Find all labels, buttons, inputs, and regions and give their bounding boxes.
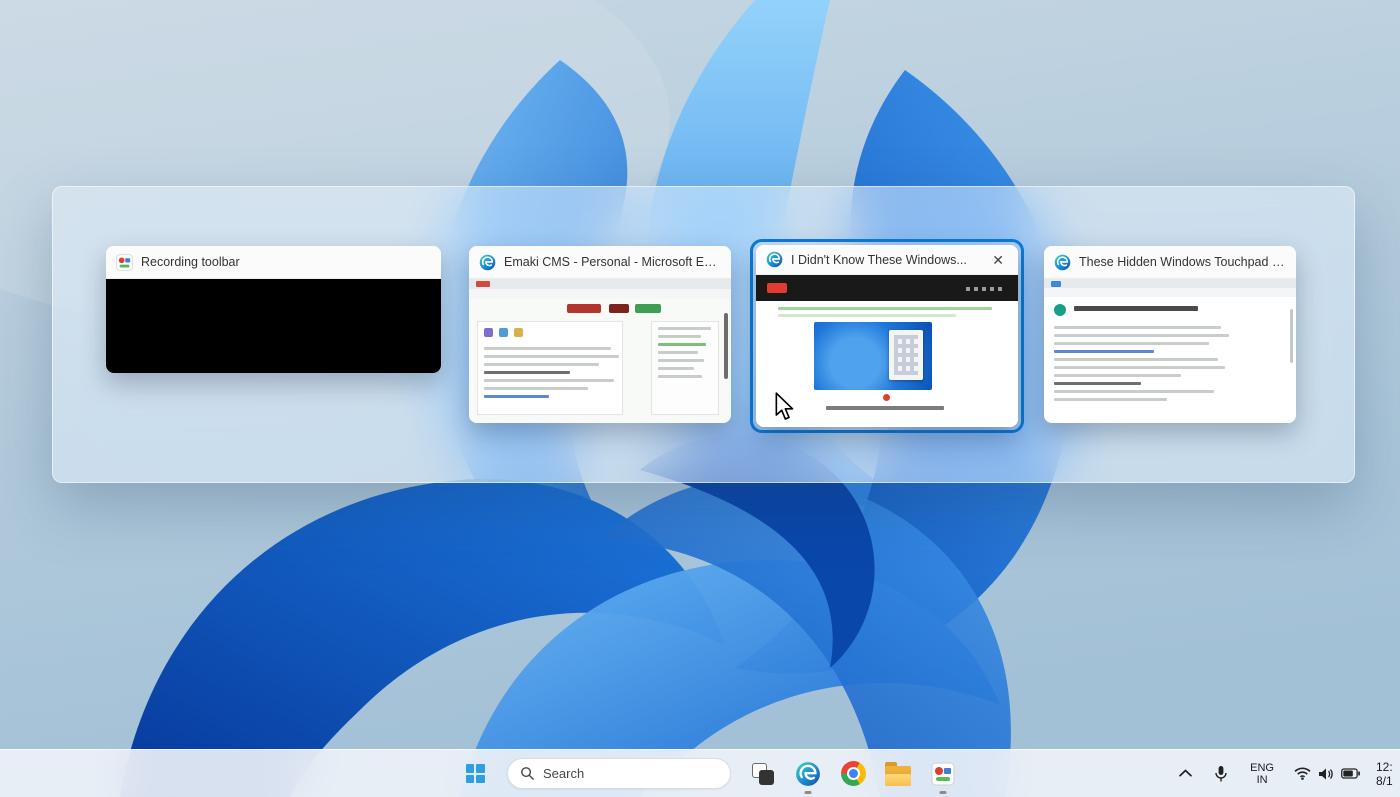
start-button[interactable] (462, 761, 488, 787)
window-preview (469, 279, 731, 423)
task-view-button[interactable] (750, 761, 776, 787)
thumbnail-emaki-cms[interactable]: Emaki CMS - Personal - Microsoft Edge (469, 246, 731, 423)
language-line-2: IN (1250, 774, 1274, 786)
thumbnail-recording-toolbar[interactable]: Recording toolbar (106, 246, 441, 373)
taskbar-chrome-button[interactable] (840, 761, 866, 787)
window-preview (106, 279, 441, 373)
language-line-1: ENG (1250, 762, 1274, 774)
window-title: Emaki CMS - Personal - Microsoft Edge (504, 255, 721, 269)
network-volume-battery-button[interactable] (1292, 763, 1362, 785)
search-placeholder-text: Search (543, 766, 584, 781)
windows-logo-icon (466, 764, 485, 783)
mouse-cursor (772, 392, 798, 427)
clock[interactable]: 12: 8/1 (1376, 760, 1400, 788)
chevron-up-icon (1179, 769, 1192, 778)
taskbar-file-explorer-button[interactable] (885, 761, 911, 787)
microphone-tray-button[interactable] (1210, 761, 1232, 787)
edge-icon (1054, 254, 1071, 271)
thumbnail-header: These Hidden Windows Touchpad G... (1044, 246, 1296, 279)
window-preview (1044, 279, 1296, 423)
system-tray: ENG IN 12: 8/1 (1175, 750, 1400, 797)
screen-recorder-icon (116, 254, 133, 271)
close-window-button[interactable]: ✕ (988, 251, 1008, 269)
volume-icon (1318, 767, 1334, 781)
language-indicator[interactable]: ENG IN (1246, 758, 1278, 790)
search-box[interactable]: Search (507, 758, 731, 789)
window-title: These Hidden Windows Touchpad G... (1079, 255, 1286, 269)
task-view-icon (752, 763, 774, 785)
edge-icon (479, 254, 496, 271)
thumbnail-touchpad-article[interactable]: These Hidden Windows Touchpad G... (1044, 246, 1296, 423)
chrome-icon (841, 761, 866, 786)
thumbnail-header: I Didn't Know These Windows... ✕ (756, 245, 1018, 275)
battery-icon (1341, 768, 1360, 779)
microphone-icon (1214, 765, 1228, 783)
window-title: I Didn't Know These Windows... (791, 253, 980, 267)
edge-icon (766, 251, 783, 268)
clock-date: 8/1 (1376, 774, 1400, 788)
clock-time: 12: (1376, 760, 1400, 774)
edge-icon (795, 761, 821, 787)
thumbnail-header: Recording toolbar (106, 246, 441, 279)
tray-overflow-button[interactable] (1175, 765, 1196, 782)
taskbar-edge-button[interactable] (795, 761, 821, 787)
thumbnail-header: Emaki CMS - Personal - Microsoft Edge (469, 246, 731, 279)
screen-recorder-icon (931, 762, 955, 786)
taskbar-recorder-button[interactable] (930, 761, 956, 787)
alt-tab-panel: Recording toolbar Emaki CMS - Personal -… (52, 186, 1355, 483)
search-icon (520, 766, 535, 781)
file-explorer-icon (885, 766, 911, 786)
window-title: Recording toolbar (141, 255, 431, 269)
wifi-icon (1294, 767, 1311, 780)
taskbar: Search (0, 749, 1400, 797)
taskbar-center-icons: Search (462, 750, 956, 797)
